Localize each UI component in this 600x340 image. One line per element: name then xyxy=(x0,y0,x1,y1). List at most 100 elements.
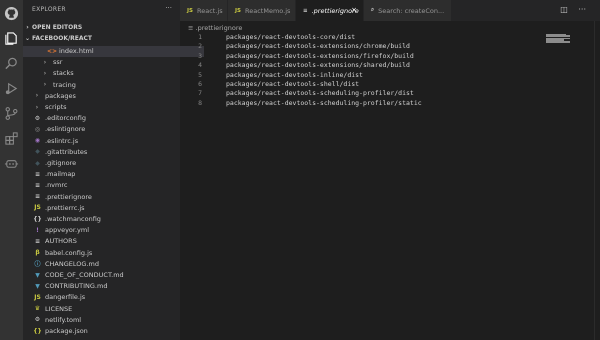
file-type-icon: ◆ xyxy=(35,148,40,156)
file-type-icon: ! xyxy=(36,226,39,234)
chevron-right-icon: › xyxy=(43,58,47,66)
code-text: packages/react-devtools-shell/dist xyxy=(226,79,360,88)
editor-actions: ◫ ··· xyxy=(552,5,586,14)
file-tree-item[interactable]: {} .watchmanconfig xyxy=(23,214,190,225)
tab-file-icon: JS xyxy=(187,7,194,14)
code-editor[interactable]: 1 packages/react-devtools-core/dist 2 packa… xyxy=(180,33,600,108)
code-line[interactable]: 7 packages/react-devtools-scheduling-prof… xyxy=(180,89,600,98)
source-control-icon[interactable] xyxy=(4,106,19,121)
file-tree-item[interactable]: ◎ .eslintignore xyxy=(23,124,190,135)
editor-tab[interactable]: ≡ .prettierignore × xyxy=(296,0,364,21)
file-tree-item[interactable]: ◆ .gitattributes xyxy=(23,146,190,157)
file-type-icon: <> xyxy=(47,47,58,55)
chevron-right-icon: › xyxy=(35,92,39,100)
file-tree-item[interactable]: ⚙ .editorconfig xyxy=(23,113,190,124)
file-tree-item[interactable]: β babel.config.js xyxy=(23,247,190,258)
editor-scrollbar[interactable] xyxy=(594,21,600,340)
code-line[interactable]: 2 packages/react-devtools-extensions/chro… xyxy=(180,42,600,51)
tab-file-icon: ⌕ xyxy=(371,7,375,13)
editor-tab[interactable]: ⌕ Search: createCon... xyxy=(364,0,452,21)
remote-icon[interactable] xyxy=(4,156,19,171)
file-tree-item[interactable]: › tracing xyxy=(23,79,198,90)
file-tree-item-label: ssr xyxy=(53,58,63,67)
file-type-icon: ≡ xyxy=(34,237,41,245)
line-number: 7 xyxy=(198,89,202,98)
file-tree-item[interactable]: › stacks xyxy=(23,68,198,79)
file-tree-item[interactable]: ◆ .gitignore xyxy=(23,158,190,169)
chevron-right-icon: › xyxy=(43,69,47,77)
file-tree-item-label: appveyor.yml xyxy=(45,226,90,235)
file-tree-item[interactable]: <> index.html xyxy=(23,45,204,57)
file-tree-item[interactable]: ♛ LICENSE xyxy=(23,303,190,314)
file-tree-item[interactable]: ≡ .prettierignore xyxy=(23,191,190,202)
code-text: packages/react-devtools-extensions/firef… xyxy=(226,51,414,60)
file-tree-item-label: .gitignore xyxy=(45,159,77,167)
file-tree-item[interactable]: › packages xyxy=(23,90,190,101)
tab-file-icon: JS xyxy=(235,7,242,14)
file-tree-item-label: stacks xyxy=(53,69,74,78)
file-tree-item[interactable]: JS dangerfile.js xyxy=(23,292,190,303)
code-line[interactable]: 1 packages/react-devtools-core/dist xyxy=(180,33,600,42)
file-type-icon: ⓘ xyxy=(34,261,41,269)
file-tree-item-label: .prettierrc.js xyxy=(45,203,85,212)
code-line[interactable]: 8 packages/react-devtools-scheduling-prof… xyxy=(180,99,600,108)
line-number: 1 xyxy=(198,33,202,41)
project-section[interactable]: ⌄ FACEBOOK/REACT xyxy=(23,33,180,44)
file-tree-item-label: .editorconfig xyxy=(45,114,86,123)
file-tree-item[interactable]: ! appveyor.yml xyxy=(23,225,190,236)
file-tree-item[interactable]: {} package.json xyxy=(23,326,190,337)
code-line[interactable]: 4 packages/react-devtools-extensions/shar… xyxy=(180,61,600,70)
file-tree-item[interactable]: ▼ CONTRIBUTING.md xyxy=(23,281,190,292)
file-tree-item-label: CODE_OF_CONDUCT.md xyxy=(45,271,124,279)
file-tree-item[interactable]: ⚙ netlify.toml xyxy=(23,314,190,325)
tab-label: ReactMemo.js xyxy=(245,6,291,15)
close-icon[interactable]: × xyxy=(351,6,357,14)
minimap[interactable] xyxy=(546,34,570,44)
file-tree-item[interactable]: ▼ CODE_OF_CONDUCT.md xyxy=(23,270,190,281)
file-type-icon: ≡ xyxy=(34,181,41,189)
explorer-sidebar: EXPLORER ··· › OPEN EDITORS ⌄ FACEBOOK/R… xyxy=(23,0,204,340)
code-line[interactable]: 6 packages/react-devtools-shell/dist xyxy=(180,80,600,89)
tab-label: React.js xyxy=(197,6,223,15)
file-tree-item[interactable]: ≡ .mailmap xyxy=(23,169,190,180)
chevron-right-icon: › xyxy=(43,81,47,89)
code-text: packages/react-devtools-scheduling-profi… xyxy=(226,98,422,107)
file-tree-item-label: .eslintignore xyxy=(45,125,86,134)
file-type-icon: ◉ xyxy=(34,137,41,145)
more-actions-icon[interactable]: ··· xyxy=(578,5,586,14)
file-type-icon: JS xyxy=(34,204,41,212)
file-type-icon: ▼ xyxy=(35,271,40,279)
split-editor-icon[interactable]: ◫ xyxy=(560,5,568,14)
editor-tab[interactable]: JS ReactMemo.js xyxy=(228,0,296,21)
line-number: 3 xyxy=(198,51,202,60)
open-editors-label: OPEN EDITORS xyxy=(32,24,83,31)
github-icon[interactable] xyxy=(4,6,19,21)
file-tree-item-label: AUTHORS xyxy=(45,237,77,246)
file-tree-item[interactable]: ⓘ CHANGELOG.md xyxy=(23,258,190,269)
file-tree-item[interactable]: JS .prettierrc.js xyxy=(23,202,190,213)
editor-tab[interactable]: JS React.js xyxy=(180,0,228,21)
code-text: packages/react-devtools-inline/dist xyxy=(226,70,363,79)
code-line[interactable]: 3 packages/react-devtools-extensions/fire… xyxy=(180,52,600,61)
breadcrumb[interactable]: ≡ .prettierignore xyxy=(188,24,242,32)
code-line[interactable]: 5 packages/react-devtools-inline/dist xyxy=(180,71,600,80)
activity-bar xyxy=(0,0,23,340)
vscode-window: EXPLORER ··· › OPEN EDITORS ⌄ FACEBOOK/R… xyxy=(0,0,600,340)
code-text: packages/react-devtools-extensions/share… xyxy=(226,61,410,70)
file-tree-item[interactable]: ≡ .nvmrc xyxy=(23,180,190,191)
file-tree-item-label: .eslintrc.js xyxy=(45,136,79,145)
file-tree-item[interactable]: › ssr xyxy=(23,57,198,68)
file-tree-item[interactable]: › scripts xyxy=(23,102,190,113)
search-icon[interactable] xyxy=(4,56,19,71)
run-debug-icon[interactable] xyxy=(4,81,19,96)
files-icon[interactable] xyxy=(4,31,19,46)
file-type-icon: JS xyxy=(34,293,41,301)
explorer-more-button[interactable]: ··· xyxy=(165,4,172,12)
file-type-icon: ≡ xyxy=(34,170,41,178)
file-tree-item[interactable]: ≡ AUTHORS xyxy=(23,236,190,247)
file-type-icon: ≡ xyxy=(34,193,41,201)
file-tree-item[interactable]: ◉ .eslintrc.js xyxy=(23,135,190,146)
extensions-icon[interactable] xyxy=(4,131,19,146)
open-editors-section[interactable]: › OPEN EDITORS xyxy=(23,22,180,33)
explorer-header: EXPLORER ··· xyxy=(23,0,180,20)
